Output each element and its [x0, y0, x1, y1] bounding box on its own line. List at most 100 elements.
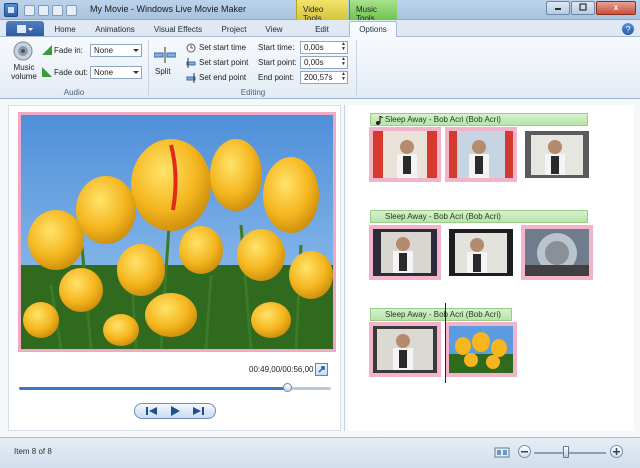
end-point-value: 200,57s: [304, 73, 333, 82]
help-button[interactable]: ?: [622, 23, 634, 35]
end-point-label: End point:: [258, 73, 295, 82]
fade-in-icon: [42, 45, 52, 55]
transport-controls: [134, 403, 216, 419]
video-clip[interactable]: [521, 127, 593, 182]
zoom-in-icon: [613, 448, 620, 455]
maximize-button[interactable]: [571, 1, 595, 15]
quick-access-toolbar: [24, 3, 77, 17]
end-point-input[interactable]: 200,57s ▲ ▼: [300, 71, 348, 84]
start-point-icon: [186, 58, 196, 68]
editing-group-label: Editing: [240, 88, 266, 97]
tab-options[interactable]: Options: [349, 21, 397, 37]
preview-monitor[interactable]: [18, 112, 336, 352]
tab-visual-effects[interactable]: Visual Effects: [150, 23, 206, 37]
ribbon-tabs: Home Animations Visual Effects Project V…: [0, 20, 640, 37]
music-tools-context: Music Tools: [349, 0, 397, 23]
set-start-time-button[interactable]: Set start time: [186, 42, 252, 54]
start-point-label: Start point:: [258, 58, 297, 67]
title-bar: My Movie - Windows Live Movie Maker Vide…: [0, 0, 640, 23]
next-frame-icon: [192, 407, 204, 415]
start-point-input[interactable]: 0,00s ▲ ▼: [300, 56, 348, 69]
clip-thumbnail: [449, 229, 513, 276]
status-bar: Item 8 of 8: [0, 437, 640, 468]
video-clip[interactable]: [445, 127, 517, 182]
spin-arrows-icon[interactable]: ▲ ▼: [341, 57, 346, 67]
undo-icon[interactable]: [38, 4, 49, 16]
fade-out-label: Fade out:: [54, 68, 88, 77]
seek-progress: [19, 387, 288, 390]
music-track-bar[interactable]: Sleep Away - Bob Acri (Bob Acri): [370, 210, 588, 223]
fade-in-dropdown[interactable]: None: [90, 44, 142, 57]
set-start-point-button[interactable]: Set start point: [186, 57, 254, 69]
music-track-bar[interactable]: Sleep Away - Bob Acri (Bob Acri): [370, 308, 512, 321]
video-clip-selected[interactable]: [445, 322, 517, 377]
end-point-icon: [186, 73, 196, 83]
spin-arrows-icon[interactable]: ▲ ▼: [341, 42, 346, 52]
fullscreen-button[interactable]: [315, 363, 328, 376]
fade-in-value: None: [94, 46, 114, 55]
zoom-out-icon: [521, 451, 528, 453]
music-track-title: Sleep Away - Bob Acri (Bob Acri): [385, 212, 501, 221]
zoom-slider[interactable]: [534, 452, 606, 454]
close-button[interactable]: x: [596, 1, 636, 15]
music-volume-button[interactable]: Music volume: [8, 41, 38, 85]
file-menu-button[interactable]: [6, 21, 44, 36]
chevron-down-icon: [133, 49, 139, 52]
tab-project[interactable]: Project: [216, 23, 252, 37]
chevron-down-icon: [133, 71, 139, 74]
minimize-icon: [555, 8, 561, 10]
spin-arrows-icon[interactable]: ▲ ▼: [341, 72, 346, 82]
help-icon: ?: [626, 25, 631, 35]
video-tools-context: Video Tools: [296, 0, 348, 23]
start-time-value: 0,00s: [304, 43, 324, 52]
tab-animations[interactable]: Animations: [90, 23, 140, 37]
clip-thumbnail: [449, 131, 513, 178]
qat-dropdown-icon[interactable]: [66, 4, 77, 16]
play-button[interactable]: [167, 405, 183, 417]
clip-thumbnail: [449, 326, 513, 373]
set-start-point-label: Set start point: [199, 58, 249, 67]
audio-group-label: Audio: [63, 88, 85, 97]
clip-thumbnail: [373, 326, 437, 373]
music-volume-label: Music volume: [11, 63, 37, 81]
fade-out-dropdown[interactable]: None: [90, 66, 142, 79]
zoom-in-button[interactable]: [610, 445, 623, 458]
set-start-time-label: Set start time: [199, 43, 247, 52]
tab-edit[interactable]: Edit: [305, 23, 339, 37]
pane-splitter[interactable]: [344, 105, 345, 431]
speaker-icon: [13, 41, 33, 61]
video-clip[interactable]: [369, 127, 441, 182]
previous-frame-button[interactable]: [144, 405, 160, 417]
group-divider: [356, 40, 357, 96]
start-time-input[interactable]: 0,00s ▲ ▼: [300, 41, 348, 54]
set-end-point-button[interactable]: Set end point: [186, 72, 252, 84]
preview-pane: 00:49,00/00:56,00: [8, 105, 341, 431]
svg-text:?: ?: [626, 25, 631, 35]
clip-thumbnail: [525, 131, 589, 178]
redo-icon[interactable]: [52, 4, 63, 16]
thumbnail-size-button[interactable]: [494, 444, 510, 460]
music-track-bar[interactable]: Sleep Away - Bob Acri (Bob Acri): [370, 113, 588, 126]
fade-out-icon: [42, 67, 52, 77]
zoom-slider-thumb[interactable]: [563, 446, 570, 458]
video-clip[interactable]: [369, 322, 441, 377]
tab-view[interactable]: View: [260, 23, 288, 37]
minimize-button[interactable]: [546, 1, 570, 15]
start-point-value: 0,00s: [304, 58, 324, 67]
tab-home[interactable]: Home: [50, 23, 80, 37]
playhead-indicator[interactable]: [445, 303, 446, 383]
video-clip[interactable]: [521, 225, 593, 280]
video-clip[interactable]: [369, 225, 441, 280]
video-clip[interactable]: [445, 225, 517, 280]
next-frame-button[interactable]: [190, 405, 206, 417]
split-icon: [154, 47, 176, 63]
group-divider: [148, 40, 149, 96]
app-menu-icon[interactable]: [4, 3, 18, 17]
fade-in-label: Fade in:: [54, 46, 83, 55]
zoom-out-button[interactable]: [518, 445, 531, 458]
start-time-label: Start time:: [258, 43, 295, 52]
clip-thumbnail: [525, 229, 589, 276]
split-button[interactable]: Split: [152, 43, 178, 79]
seek-thumb[interactable]: [283, 383, 293, 392]
save-icon[interactable]: [24, 4, 35, 16]
